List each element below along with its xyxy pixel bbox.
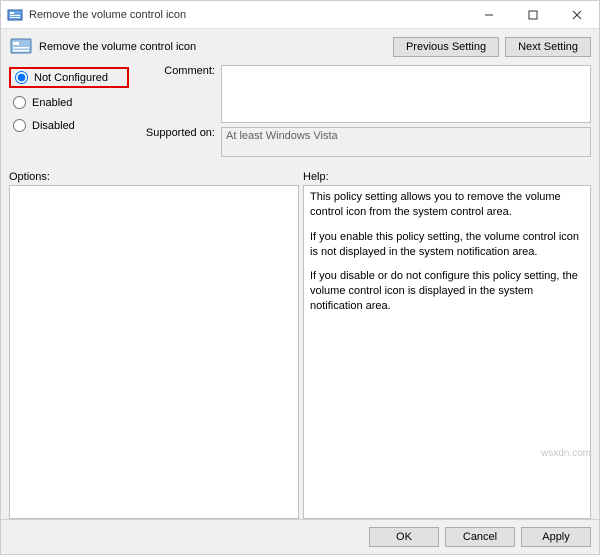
maximize-button[interactable] — [511, 1, 555, 29]
radio-not-configured-label: Not Configured — [34, 72, 108, 84]
split-panels: Options: Help: This policy setting allow… — [9, 171, 591, 519]
supported-label: Supported on: — [129, 127, 221, 139]
previous-setting-button[interactable]: Previous Setting — [393, 37, 499, 57]
options-label: Options: — [9, 171, 299, 183]
options-column: Options: — [9, 171, 299, 519]
supported-textarea: At least Windows Vista — [221, 127, 591, 157]
radio-enabled[interactable]: Enabled — [9, 94, 129, 111]
policy-title: Remove the volume control icon — [39, 41, 387, 53]
titlebar: Remove the volume control icon — [1, 1, 599, 29]
help-panel[interactable]: This policy setting allows you to remove… — [303, 185, 591, 519]
window-title: Remove the volume control icon — [29, 9, 467, 21]
nav-buttons: Previous Setting Next Setting — [393, 37, 591, 57]
radio-not-configured[interactable]: Not Configured — [9, 67, 129, 88]
radio-not-configured-input[interactable] — [15, 71, 28, 84]
footer: OK Cancel Apply — [1, 519, 599, 554]
help-paragraph: This policy setting allows you to remove… — [310, 190, 584, 220]
fields-column: Comment: Supported on: At least Windows … — [129, 65, 591, 161]
help-paragraph: If you disable or do not configure this … — [310, 269, 584, 314]
comment-row: Comment: — [129, 65, 591, 123]
radio-enabled-input[interactable] — [13, 96, 26, 109]
minimize-button[interactable] — [467, 1, 511, 29]
dialog-window: Remove the volume control icon Remove th… — [0, 0, 600, 555]
content-area: Remove the volume control icon Previous … — [1, 29, 599, 519]
ok-button[interactable]: OK — [369, 527, 439, 547]
config-row: Not Configured Enabled Disabled Comment: — [9, 65, 591, 161]
comment-label: Comment: — [129, 65, 221, 77]
next-setting-button[interactable]: Next Setting — [505, 37, 591, 57]
help-column: Help: This policy setting allows you to … — [303, 171, 591, 519]
radio-disabled-label: Disabled — [32, 120, 75, 132]
state-radio-group: Not Configured Enabled Disabled — [9, 65, 129, 134]
close-button[interactable] — [555, 1, 599, 29]
help-paragraph: If you enable this policy setting, the v… — [310, 230, 584, 260]
gpedit-icon — [7, 7, 23, 23]
radio-enabled-label: Enabled — [32, 97, 72, 109]
help-label: Help: — [303, 171, 591, 183]
cancel-button[interactable]: Cancel — [445, 527, 515, 547]
radio-disabled[interactable]: Disabled — [9, 117, 129, 134]
comment-textarea[interactable] — [221, 65, 591, 123]
radio-disabled-input[interactable] — [13, 119, 26, 132]
header-row: Remove the volume control icon Previous … — [9, 35, 591, 59]
policy-icon — [9, 35, 33, 59]
options-panel[interactable] — [9, 185, 299, 519]
supported-row: Supported on: At least Windows Vista — [129, 127, 591, 157]
apply-button[interactable]: Apply — [521, 527, 591, 547]
